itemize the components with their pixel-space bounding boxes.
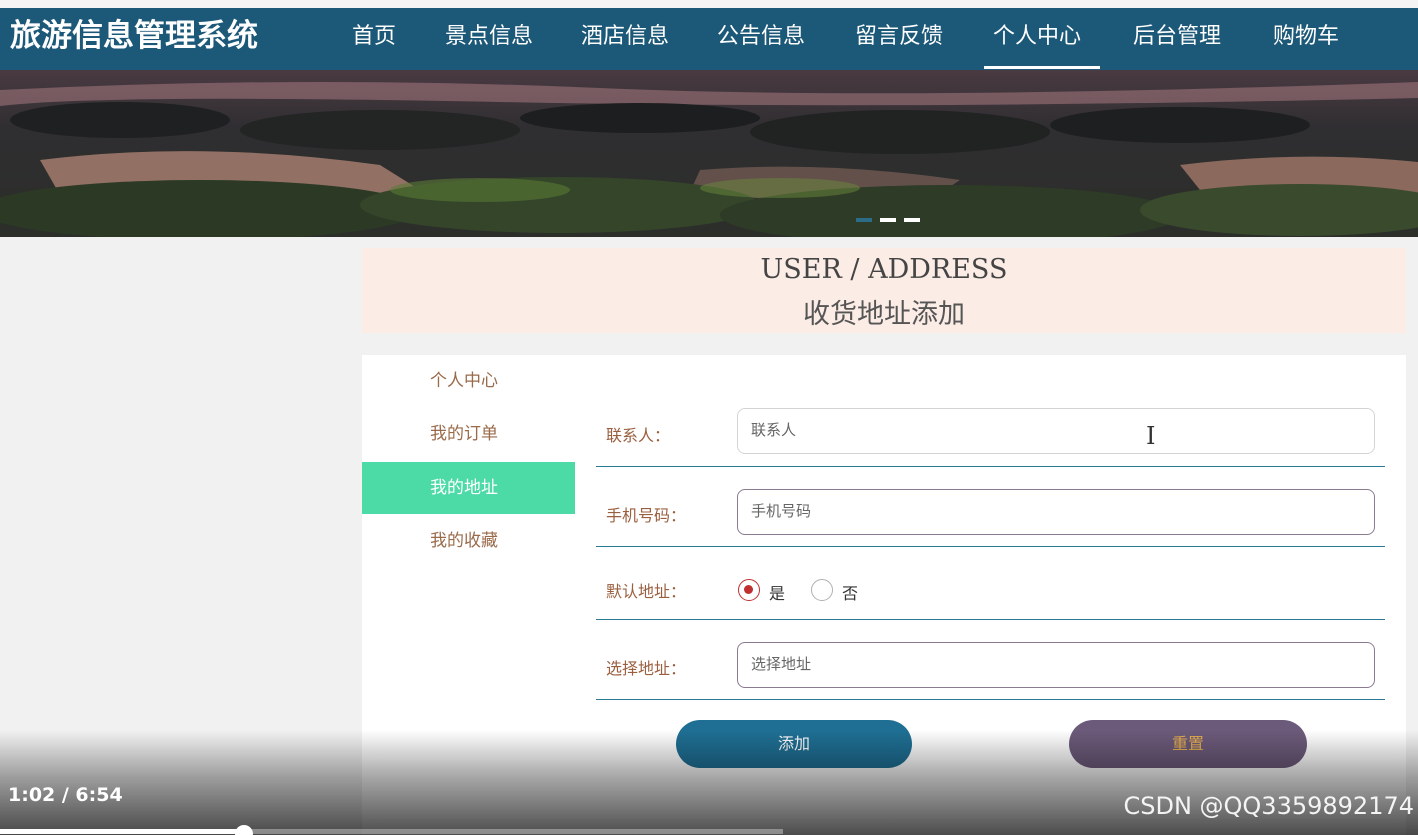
- site-title[interactable]: 旅游信息管理系统: [10, 10, 258, 55]
- nav-hotels[interactable]: 酒店信息: [581, 18, 669, 50]
- text-cursor-icon: I: [1146, 422, 1156, 450]
- top-strip: [0, 0, 1418, 8]
- watermark: CSDN @QQ3359892174: [1123, 792, 1414, 820]
- default-address-radio-group: 是 否: [738, 579, 938, 603]
- nav-attractions[interactable]: 景点信息: [445, 18, 533, 50]
- address-select[interactable]: 选择地址: [737, 642, 1375, 688]
- top-navbar: 旅游信息管理系统 首页 景点信息 酒店信息 公告信息 留言反馈 个人中心 后台管…: [0, 8, 1418, 70]
- contact-label: 联系人：: [606, 426, 671, 445]
- nav-admin[interactable]: 后台管理: [1133, 18, 1221, 50]
- radio-no-label: 否: [842, 584, 859, 603]
- banner-dot[interactable]: [856, 218, 872, 222]
- sidebar-item-my-orders[interactable]: 我的订单: [362, 408, 575, 460]
- banner-rocks-image: [0, 70, 1418, 237]
- nav-home[interactable]: 首页: [352, 18, 396, 50]
- banner-dot[interactable]: [880, 218, 896, 222]
- video-time: 1:02 / 6:54: [8, 784, 123, 806]
- default-address-row: 默认地址： 是 否: [596, 547, 1385, 620]
- nav-announcements[interactable]: 公告信息: [717, 18, 805, 50]
- nav-personal-center[interactable]: 个人中心: [993, 18, 1081, 50]
- page-title-cn: 收货地址添加: [803, 299, 965, 330]
- radio-yes[interactable]: [738, 579, 760, 601]
- nav-active-indicator: [984, 66, 1100, 69]
- contact-input[interactable]: 联系人: [737, 408, 1375, 454]
- radio-no[interactable]: [811, 579, 833, 601]
- default-address-label: 默认地址：: [606, 582, 687, 601]
- address-label: 选择地址：: [606, 659, 687, 678]
- nav-cart[interactable]: 购物车: [1273, 18, 1339, 50]
- address-row: 选择地址： 选择地址: [596, 620, 1385, 700]
- hero-banner: [0, 70, 1418, 237]
- phone-label: 手机号码：: [606, 506, 687, 525]
- radio-yes-label: 是: [769, 584, 786, 603]
- banner-pagination: [856, 207, 928, 226]
- video-progress-fill: [0, 829, 244, 834]
- phone-row: 手机号码： 手机号码: [596, 467, 1385, 547]
- sidebar-item-my-address[interactable]: 我的地址: [362, 462, 575, 514]
- page-title-en: USER / ADDRESS: [760, 254, 1008, 285]
- sidebar-item-personal-center[interactable]: 个人中心: [362, 355, 575, 407]
- nav-feedback[interactable]: 留言反馈: [855, 18, 943, 50]
- phone-input[interactable]: 手机号码: [737, 489, 1375, 535]
- sidebar-item-my-favorites[interactable]: 我的收藏: [362, 515, 575, 567]
- contact-row: 联系人： 联系人 I: [596, 387, 1385, 467]
- banner-dot[interactable]: [904, 218, 920, 222]
- page-heading: USER / ADDRESS 收货地址添加: [362, 248, 1406, 333]
